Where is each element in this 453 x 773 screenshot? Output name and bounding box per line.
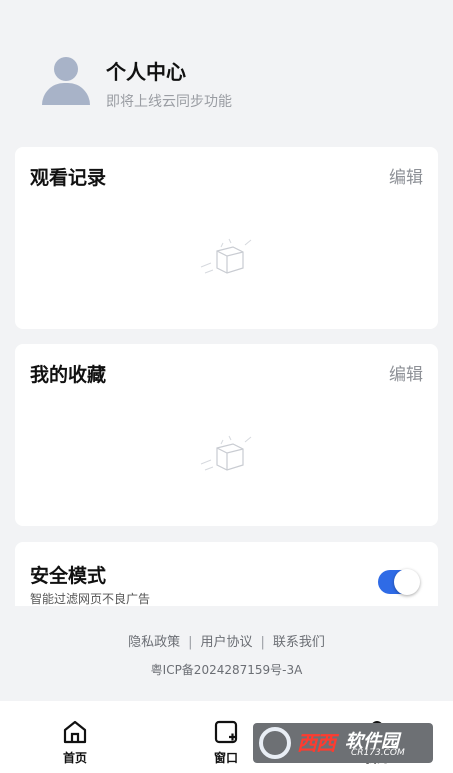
watermark-brand: 西西 bbox=[297, 731, 336, 755]
safe-mode-subtitle: 智能过滤网页不良广告 bbox=[30, 592, 151, 606]
profile-text: 个人中心 即将上线云同步功能 bbox=[106, 55, 232, 111]
profile-subtitle: 即将上线云同步功能 bbox=[106, 94, 232, 110]
avatar-head bbox=[54, 57, 78, 81]
history-card: 观看记录 编辑 bbox=[15, 147, 438, 329]
tab-window[interactable]: 窗口 bbox=[196, 719, 256, 766]
watermark-ring-icon bbox=[259, 727, 291, 759]
profile-title: 个人中心 bbox=[106, 60, 186, 84]
footer-separator: | bbox=[260, 635, 265, 650]
footer-links: 隐私政策 | 用户协议 | 联系我们 bbox=[0, 631, 453, 650]
favorites-title: 我的收藏 bbox=[30, 364, 107, 386]
contact-us-link[interactable]: 联系我们 bbox=[273, 635, 325, 650]
tab-home-label: 首页 bbox=[62, 751, 87, 765]
watermark-domain: CR173.COM bbox=[351, 748, 405, 758]
toggle-knob bbox=[394, 569, 420, 595]
tab-window-label: 窗口 bbox=[213, 751, 238, 765]
favorites-edit-button[interactable]: 编辑 bbox=[389, 360, 423, 385]
favorites-card: 我的收藏 编辑 bbox=[15, 344, 438, 526]
safe-mode-title: 安全模式 bbox=[30, 565, 107, 587]
history-title: 观看记录 bbox=[30, 167, 107, 189]
watermark-logo: 西西 软件园 CR173.COM bbox=[253, 723, 433, 763]
icp-number: 粤ICP备2024287159号-3A bbox=[150, 663, 303, 677]
profile-header[interactable]: 个人中心 即将上线云同步功能 bbox=[42, 55, 422, 111]
safe-mode-card: 安全模式 智能过滤网页不良广告 bbox=[15, 542, 438, 606]
empty-box-icon bbox=[200, 238, 252, 274]
history-edit-button[interactable]: 编辑 bbox=[389, 163, 423, 188]
footer-separator: | bbox=[188, 635, 193, 650]
privacy-policy-link[interactable]: 隐私政策 bbox=[128, 635, 180, 650]
avatar-body bbox=[42, 83, 90, 105]
empty-box-icon bbox=[200, 435, 252, 471]
tab-home[interactable]: 首页 bbox=[45, 719, 105, 766]
home-icon bbox=[63, 720, 87, 744]
user-agreement-link[interactable]: 用户协议 bbox=[200, 635, 252, 650]
window-icon bbox=[214, 720, 238, 744]
safe-mode-toggle[interactable] bbox=[378, 569, 420, 595]
avatar bbox=[42, 55, 90, 105]
